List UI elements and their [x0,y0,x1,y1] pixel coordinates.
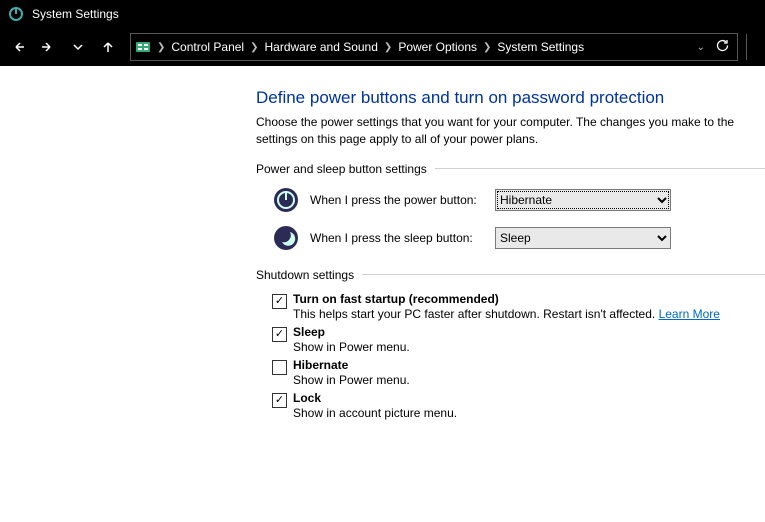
fast-startup-sub: This helps start your PC faster after sh… [293,307,720,321]
sleep-checkbox[interactable] [272,327,287,342]
refresh-icon[interactable] [715,39,729,56]
hibernate-title: Hibernate [293,358,410,372]
sleep-button-label: When I press the sleep button: [310,231,485,245]
power-button-label: When I press the power button: [310,193,485,207]
power-button-select[interactable]: Hibernate [495,189,671,211]
sleep-sub: Show in Power menu. [293,340,410,354]
forward-button[interactable] [34,33,62,61]
group-shutdown-title: Shutdown settings [256,268,354,282]
up-button[interactable] [94,33,122,61]
window-title: System Settings [32,0,119,28]
sleep-button-row: When I press the sleep button: Sleep [272,224,765,252]
lock-sub: Show in account picture menu. [293,406,457,420]
nav-bar: ❯ Control Panel ❯ Hardware and Sound ❯ P… [0,28,765,66]
address-dropdown-icon[interactable]: ⌄ [697,42,705,53]
sleep-title: Sleep [293,325,410,339]
page-heading: Define power buttons and turn on passwor… [256,88,765,108]
hibernate-checkbox[interactable] [272,360,287,375]
control-panel-icon [135,39,151,55]
group-shutdown-header: Shutdown settings [256,268,765,282]
crumb-system-settings[interactable]: System Settings [497,40,584,54]
recent-locations-button[interactable] [64,33,92,61]
chevron-right-icon[interactable]: ❯ [157,42,165,53]
chevron-right-icon[interactable]: ❯ [384,42,392,53]
divider [435,168,765,169]
group-power-sleep-header: Power and sleep button settings [256,162,765,176]
address-bar[interactable]: ❯ Control Panel ❯ Hardware and Sound ❯ P… [130,33,738,61]
search-box[interactable] [746,34,761,60]
learn-more-link[interactable]: Learn More [659,307,720,321]
back-button[interactable] [4,33,32,61]
lock-checkbox[interactable] [272,393,287,408]
sleep-button-select[interactable]: Sleep [495,227,671,249]
page-description: Choose the power settings that you want … [256,114,765,148]
fast-startup-checkbox[interactable] [272,294,287,309]
crumb-control-panel[interactable]: Control Panel [171,40,244,54]
crumb-power-options[interactable]: Power Options [398,40,477,54]
hibernate-option-row: Hibernate Show in Power menu. [272,358,765,387]
moon-icon [272,224,300,252]
app-icon [8,6,24,22]
lock-title: Lock [293,391,457,405]
fast-startup-title: Turn on fast startup (recommended) [293,292,720,306]
lock-option-row: Lock Show in account picture menu. [272,391,765,420]
fast-startup-row: Turn on fast startup (recommended) This … [272,292,765,321]
power-button-row: When I press the power button: Hibernate [272,186,765,214]
chevron-right-icon[interactable]: ❯ [250,42,258,53]
title-bar: System Settings [0,0,765,28]
hibernate-sub: Show in Power menu. [293,373,410,387]
power-icon [272,186,300,214]
main-content: Define power buttons and turn on passwor… [0,66,765,420]
crumb-hardware-sound[interactable]: Hardware and Sound [265,40,378,54]
chevron-right-icon[interactable]: ❯ [483,42,491,53]
divider [362,274,765,275]
sleep-option-row: Sleep Show in Power menu. [272,325,765,354]
group-power-sleep-title: Power and sleep button settings [256,162,427,176]
